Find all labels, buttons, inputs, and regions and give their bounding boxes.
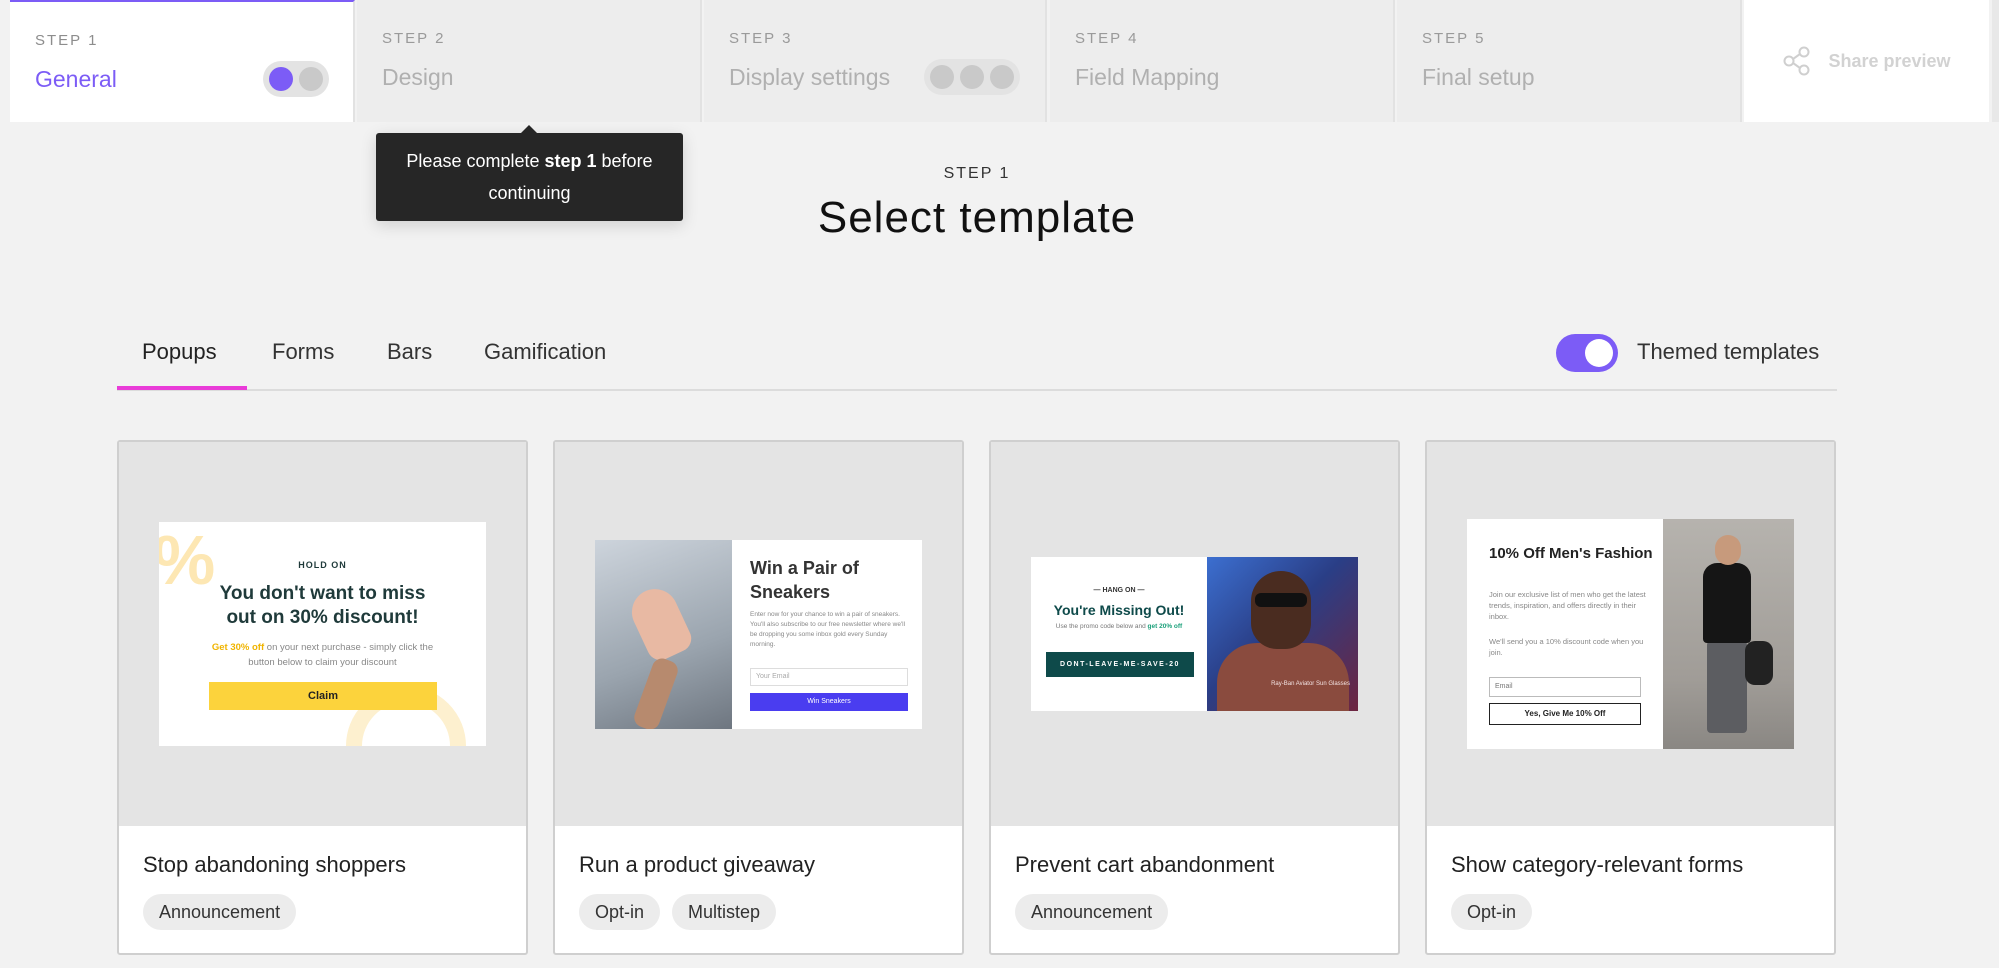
step-title: Display settings xyxy=(729,64,891,90)
preview-highlight: get 20% off xyxy=(1147,623,1183,630)
step-field-mapping[interactable]: STEP 4 Field Mapping xyxy=(1050,0,1395,122)
preview-highlight: Get 30% off xyxy=(211,642,265,653)
template-card[interactable]: % HOLD ON You don't want to miss out on … xyxy=(117,440,528,955)
popup-preview: % HOLD ON You don't want to miss out on … xyxy=(159,522,486,746)
sneaker-photo xyxy=(595,540,732,729)
backpack-shape xyxy=(1745,641,1773,685)
card-tags: Opt-in xyxy=(1451,894,1533,930)
share-preview-button[interactable]: Share preview xyxy=(1744,0,1989,122)
step-display-settings[interactable]: STEP 3 Display settings xyxy=(704,0,1047,122)
template-preview: — HANG ON — You're Missing Out! Use the … xyxy=(991,442,1398,826)
preview-button: Win Sneakers xyxy=(750,693,908,711)
sneaker-shape xyxy=(624,581,696,665)
preview-body: Enter now for your chance to win a pair … xyxy=(750,611,906,648)
preview-headline: 10% Off Men's Fashion xyxy=(1489,545,1653,562)
card-title: Run a product giveaway xyxy=(579,852,816,877)
model-photo: Ray-Ban Aviator Sun Glasses xyxy=(1207,557,1358,711)
step-final-setup[interactable]: STEP 5 Final setup xyxy=(1397,0,1742,122)
tab-gamification[interactable]: Gamification xyxy=(484,339,606,365)
active-tab-indicator xyxy=(117,386,247,390)
card-title: Show category-relevant forms xyxy=(1451,852,1744,877)
step-number: STEP 4 xyxy=(1075,30,1139,47)
hand-shape xyxy=(631,655,681,729)
preview-text-panel: — HANG ON — You're Missing Out! Use the … xyxy=(1031,557,1207,711)
step-title: Design xyxy=(382,64,454,90)
tag: Opt-in xyxy=(579,894,661,930)
template-preview: 10% Off Men's Fashion Join our exclusive… xyxy=(1427,442,1834,826)
step-number: STEP 1 xyxy=(35,32,99,49)
template-card[interactable]: — HANG ON — You're Missing Out! Use the … xyxy=(989,440,1400,955)
photo-caption: Ray-Ban Aviator Sun Glasses xyxy=(1271,681,1350,687)
step-design[interactable]: STEP 2 Design xyxy=(357,0,702,122)
preview-headline: Win a Pair of Sneakers xyxy=(750,558,859,602)
step-number: STEP 3 xyxy=(729,30,793,47)
preview-input: Your Email xyxy=(750,668,908,686)
step-number: STEP 5 xyxy=(1422,30,1486,47)
substep-dot xyxy=(960,65,984,89)
preview-headline: You're Missing Out! xyxy=(1053,602,1185,618)
preview-body-text: on your next purchase - simply click the… xyxy=(248,642,434,668)
step-title: General xyxy=(35,66,117,92)
preview-body: Join our exclusive list of men who get t… xyxy=(1489,590,1646,621)
preview-headline: You don't want to miss out on 30% discou… xyxy=(219,583,426,628)
tag: Multistep xyxy=(672,894,777,930)
preview-body-text: Use the promo code below and xyxy=(1055,623,1148,630)
template-category-tabs: Popups Forms Bars Gamification Themed te… xyxy=(117,325,1837,391)
preview-body-secondary: We'll send you a 10% discount code when … xyxy=(1489,637,1644,657)
tab-bars[interactable]: Bars xyxy=(387,339,432,365)
substep-indicator xyxy=(263,61,329,97)
page-kicker: STEP 1 xyxy=(943,165,1011,182)
stepper-edge xyxy=(1992,0,1999,122)
tag: Announcement xyxy=(1015,894,1169,930)
step-general[interactable]: STEP 1 General xyxy=(10,0,355,122)
tag: Opt-in xyxy=(1451,894,1533,930)
preview-button: Claim xyxy=(209,682,437,710)
sunglasses-shape xyxy=(1255,593,1307,607)
face-shape xyxy=(1251,571,1311,649)
template-card[interactable]: 10% Off Men's Fashion Join our exclusive… xyxy=(1425,440,1836,955)
preview-input: Email xyxy=(1489,677,1641,697)
preview-kicker: HOLD ON xyxy=(298,560,347,570)
substep-dot xyxy=(299,67,323,91)
step-number: STEP 2 xyxy=(382,30,446,47)
torso-shape xyxy=(1703,563,1751,643)
page-title: Select template xyxy=(817,193,1137,242)
card-tags: Announcement xyxy=(143,894,297,930)
card-tags: Opt-in Multistep xyxy=(579,894,777,930)
popup-preview: 10% Off Men's Fashion Join our exclusive… xyxy=(1467,519,1794,749)
tab-forms[interactable]: Forms xyxy=(272,339,334,365)
step-title: Final setup xyxy=(1422,64,1535,90)
popup-preview: — HANG ON — You're Missing Out! Use the … xyxy=(1031,557,1358,711)
preview-kicker: — HANG ON — xyxy=(1093,587,1145,594)
template-card[interactable]: Win a Pair of Sneakers Enter now for you… xyxy=(553,440,964,955)
substep-dot xyxy=(990,65,1014,89)
template-preview: Win a Pair of Sneakers Enter now for you… xyxy=(555,442,962,826)
step-title: Field Mapping xyxy=(1075,64,1220,90)
themed-templates-label: Themed templates xyxy=(1637,339,1820,364)
step-navigation: STEP 1 General STEP 2 Design STEP 3 Disp… xyxy=(0,0,1999,122)
template-preview: % HOLD ON You don't want to miss out on … xyxy=(119,442,526,826)
substep-dot xyxy=(930,65,954,89)
popup-preview: Win a Pair of Sneakers Enter now for you… xyxy=(595,540,922,729)
coat-shape xyxy=(1217,643,1349,711)
share-preview-label: Share preview xyxy=(1828,50,1951,71)
substep-dot-complete xyxy=(269,67,293,91)
card-title: Prevent cart abandonment xyxy=(1015,852,1275,877)
tab-popups[interactable]: Popups xyxy=(142,339,217,365)
preview-body: Get 30% off on your next purchase - simp… xyxy=(159,640,486,670)
themed-templates-toggle[interactable] xyxy=(1556,334,1618,372)
card-tags: Announcement xyxy=(1015,894,1169,930)
share-icon xyxy=(1783,46,1810,76)
head-shape xyxy=(1715,535,1741,565)
preview-button: Yes, Give Me 10% Off xyxy=(1489,703,1641,725)
tag: Announcement xyxy=(143,894,297,930)
legs-shape xyxy=(1707,641,1747,733)
model-photo xyxy=(1663,519,1794,749)
promo-code: DONT-LEAVE-ME-SAVE-20 xyxy=(1046,652,1194,677)
card-title: Stop abandoning shoppers xyxy=(143,852,406,877)
preview-body: Use the promo code below and get 20% off xyxy=(1031,623,1207,630)
substep-indicator xyxy=(924,59,1020,95)
